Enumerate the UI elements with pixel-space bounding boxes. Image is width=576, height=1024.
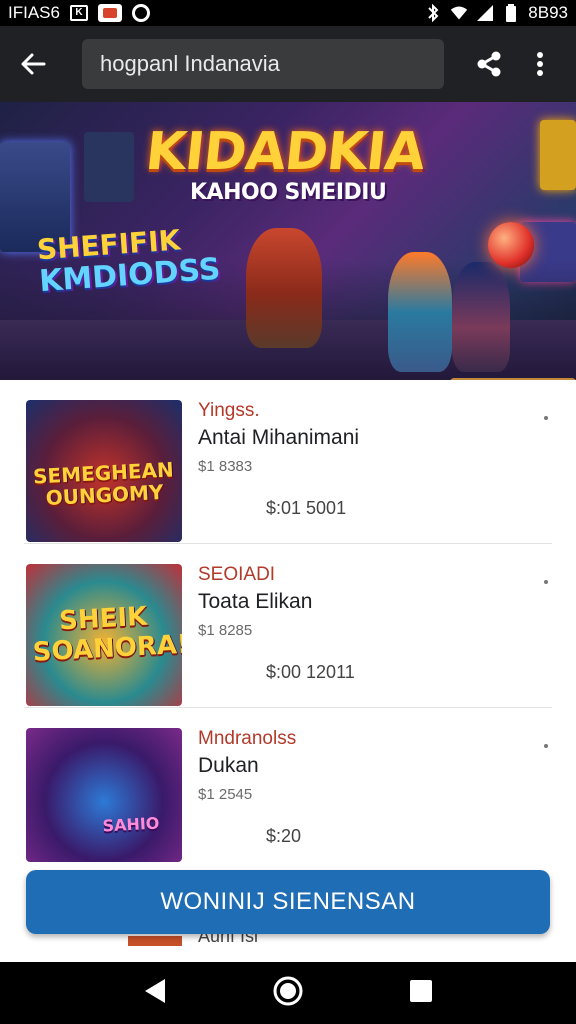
nav-recents-icon: [410, 979, 433, 1002]
item-menu-icon[interactable]: [544, 744, 548, 748]
neon-sign: [540, 120, 576, 190]
share-button[interactable]: [466, 41, 512, 87]
game-thumbnail: SAHIO: [26, 728, 182, 862]
more-vert-icon: [537, 52, 543, 76]
item-price-small: $1 8383: [198, 458, 253, 475]
back-button[interactable]: [0, 26, 66, 102]
status-time: 8B93: [528, 3, 568, 22]
status-left-text: IFIAS6: [8, 3, 60, 22]
item-price: $:20: [266, 826, 302, 846]
bluetooth-icon: [424, 4, 442, 22]
app-bar: hogpanl Indanavia: [0, 26, 576, 102]
app-box-icon: K: [69, 4, 88, 22]
status-right: 8B93: [424, 3, 568, 23]
item-category: Yingss.: [198, 400, 260, 421]
peek-thumbnail: [128, 936, 182, 946]
primary-action-label: WONINIJ SIENENSAN: [160, 888, 416, 915]
item-category: SEOIADI: [198, 564, 276, 585]
thumbnail-title: SAHIO: [102, 813, 160, 836]
item-menu-icon[interactable]: [544, 416, 548, 420]
share-icon: [477, 51, 501, 77]
hero-character: [452, 262, 510, 372]
list-item[interactable]: SAHIO Mndranolss Dukan $1 2545 $:20: [24, 708, 552, 872]
nav-home-icon: [273, 976, 303, 1005]
game-thumbnail: SEMEGHEAN OUNGOMY: [26, 400, 182, 542]
primary-action-button[interactable]: WONINIJ SIENENSAN: [26, 870, 550, 934]
item-name: Dukan: [198, 754, 259, 777]
wifi-icon: [450, 4, 468, 22]
banner-subtitle: KAHOO SMEIDIU: [190, 180, 387, 205]
item-name: Antai Mihanimani: [198, 426, 360, 449]
nav-back-icon: [144, 978, 165, 1003]
mail-icon: [97, 4, 122, 22]
status-bar: IFIAS6 K 8B93: [0, 0, 576, 26]
glowing-orb: [488, 222, 534, 268]
hero-banner[interactable]: KIDADKIA KAHOO SMEIDIU SHEFIFIK KMDIODSS: [0, 102, 576, 380]
item-price: $:00 12011: [266, 662, 355, 682]
nav-home-button[interactable]: [272, 975, 304, 1012]
battery-icon: [502, 4, 520, 22]
search-field[interactable]: hogpanl Indanavia: [82, 39, 444, 89]
signal-icon: [476, 4, 494, 22]
item-price: $:01 5001: [266, 498, 347, 518]
neon-sign: [84, 132, 134, 202]
item-menu-icon[interactable]: [544, 580, 548, 584]
more-options-button[interactable]: [520, 41, 560, 87]
hero-character: [246, 228, 322, 348]
list-item[interactable]: SEMEGHEAN OUNGOMY Yingss. Antai Mihanima…: [24, 380, 552, 544]
list-item[interactable]: SHEIK SOANORA! SEOIADI Toata Elikan $1 8…: [24, 544, 552, 708]
record-icon: [131, 4, 150, 22]
item-price-small: $1 2545: [198, 786, 253, 803]
back-arrow-icon: [21, 53, 46, 75]
system-nav-bar: [0, 962, 576, 1024]
thumbnail-title: SEMEGHEAN OUNGOMY: [32, 457, 175, 511]
thumbnail-title: SHEIK SOANORA!: [32, 601, 182, 668]
nav-recents-button[interactable]: [409, 979, 433, 1008]
hero-character: [388, 252, 452, 372]
game-thumbnail: SHEIK SOANORA!: [26, 564, 182, 706]
status-left: IFIAS6 K: [8, 3, 150, 23]
banner-logo: SHEFIFIK KMDIODSS: [36, 222, 222, 299]
banner-title: KIDADKIA: [142, 122, 428, 182]
nav-back-button[interactable]: [143, 978, 167, 1009]
search-text: hogpanl Indanavia: [100, 51, 280, 76]
item-name: Toata Elikan: [198, 590, 313, 613]
item-category: Mndranolss: [198, 728, 297, 749]
item-price-small: $1 8285: [198, 622, 253, 639]
